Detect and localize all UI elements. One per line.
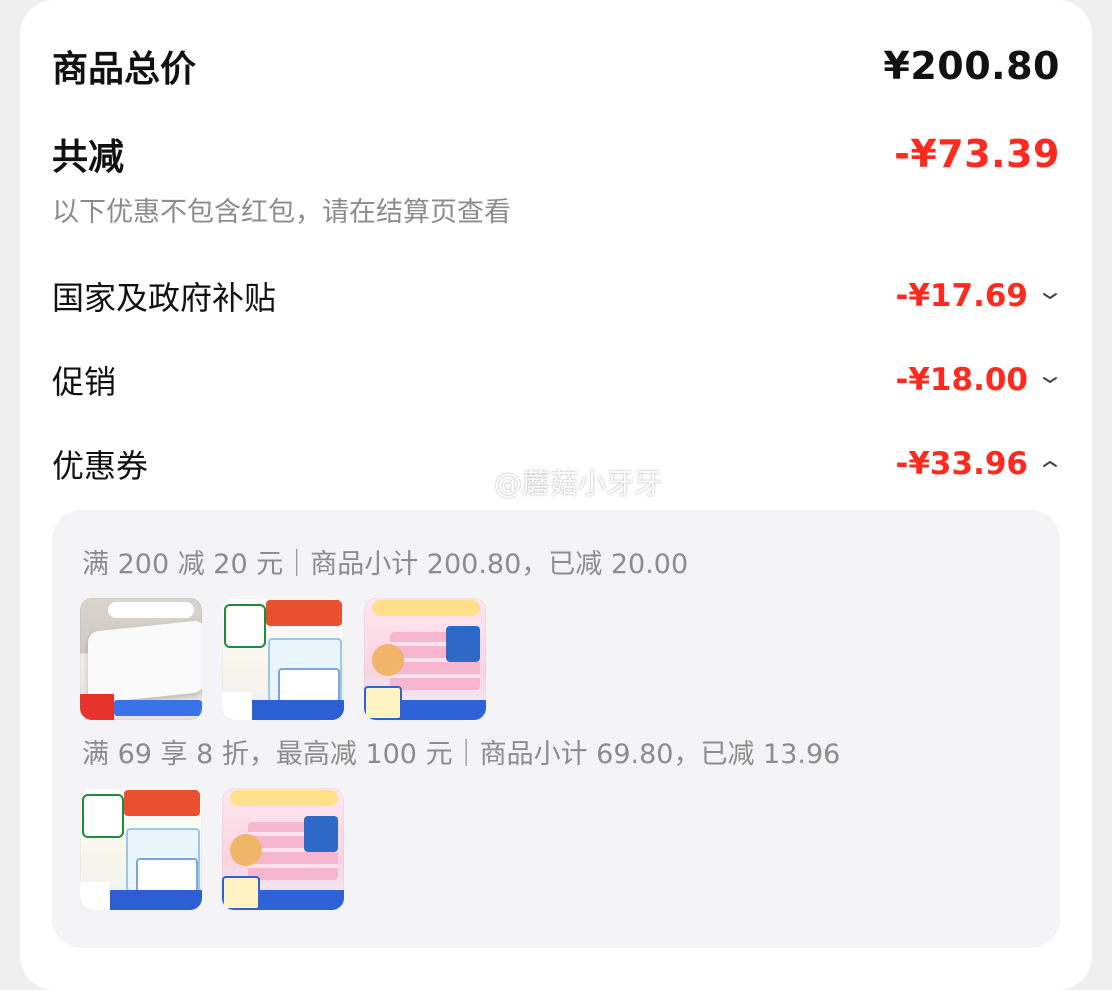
coupon-product-list: [80, 598, 486, 720]
discount-row-government-subsidy[interactable]: 国家及政府补贴 -¥17.69: [52, 270, 1060, 322]
discount-hint: 以下优惠不包含红包，请在结算页查看: [52, 197, 511, 228]
discount-label: 国家及政府补贴: [52, 279, 277, 317]
coupon-detail-panel: 满 200 减 20 元｜商品小计 200.80，已减 20.00 满 69 享…: [52, 510, 1060, 948]
coupon-product-list: [80, 788, 344, 910]
coupon-rule: 满 69 享 8 折，最高减 100 元｜商品小计 69.80，已减 13.96: [82, 739, 841, 770]
product-thumb-mattress[interactable]: [80, 598, 202, 720]
product-thumb-wipes[interactable]: [364, 598, 486, 720]
product-thumb-tissue[interactable]: [222, 598, 344, 720]
total-price-value: ¥200.80: [883, 44, 1060, 88]
total-reduction-row: 共减 -¥73.39: [52, 124, 1060, 184]
chevron-down-icon[interactable]: [1040, 370, 1060, 390]
total-reduction-value: -¥73.39: [894, 132, 1060, 176]
coupon-rule: 满 200 减 20 元｜商品小计 200.80，已减 20.00: [82, 549, 689, 580]
watermark: @蘑菇小牙牙: [444, 462, 662, 502]
chevron-down-icon[interactable]: [1040, 286, 1060, 306]
watermark-text: @蘑菇小牙牙: [494, 467, 663, 500]
discount-value: -¥33.96: [895, 446, 1029, 482]
discount-label: 优惠券: [52, 447, 149, 485]
product-thumb-wipes[interactable]: [222, 788, 344, 910]
weibo-icon: [446, 471, 486, 497]
discount-row-promotion[interactable]: 促销 -¥18.00: [52, 354, 1060, 406]
discount-value: -¥18.00: [895, 362, 1029, 398]
discount-label: 促销: [52, 363, 117, 401]
discount-value: -¥17.69: [895, 278, 1029, 314]
total-price-row: 商品总价 ¥200.80: [52, 38, 1060, 94]
total-price-label: 商品总价: [52, 49, 197, 90]
total-reduction-label: 共减: [52, 137, 125, 178]
chevron-up-icon[interactable]: [1040, 454, 1060, 474]
product-thumb-tissue[interactable]: [80, 788, 202, 910]
